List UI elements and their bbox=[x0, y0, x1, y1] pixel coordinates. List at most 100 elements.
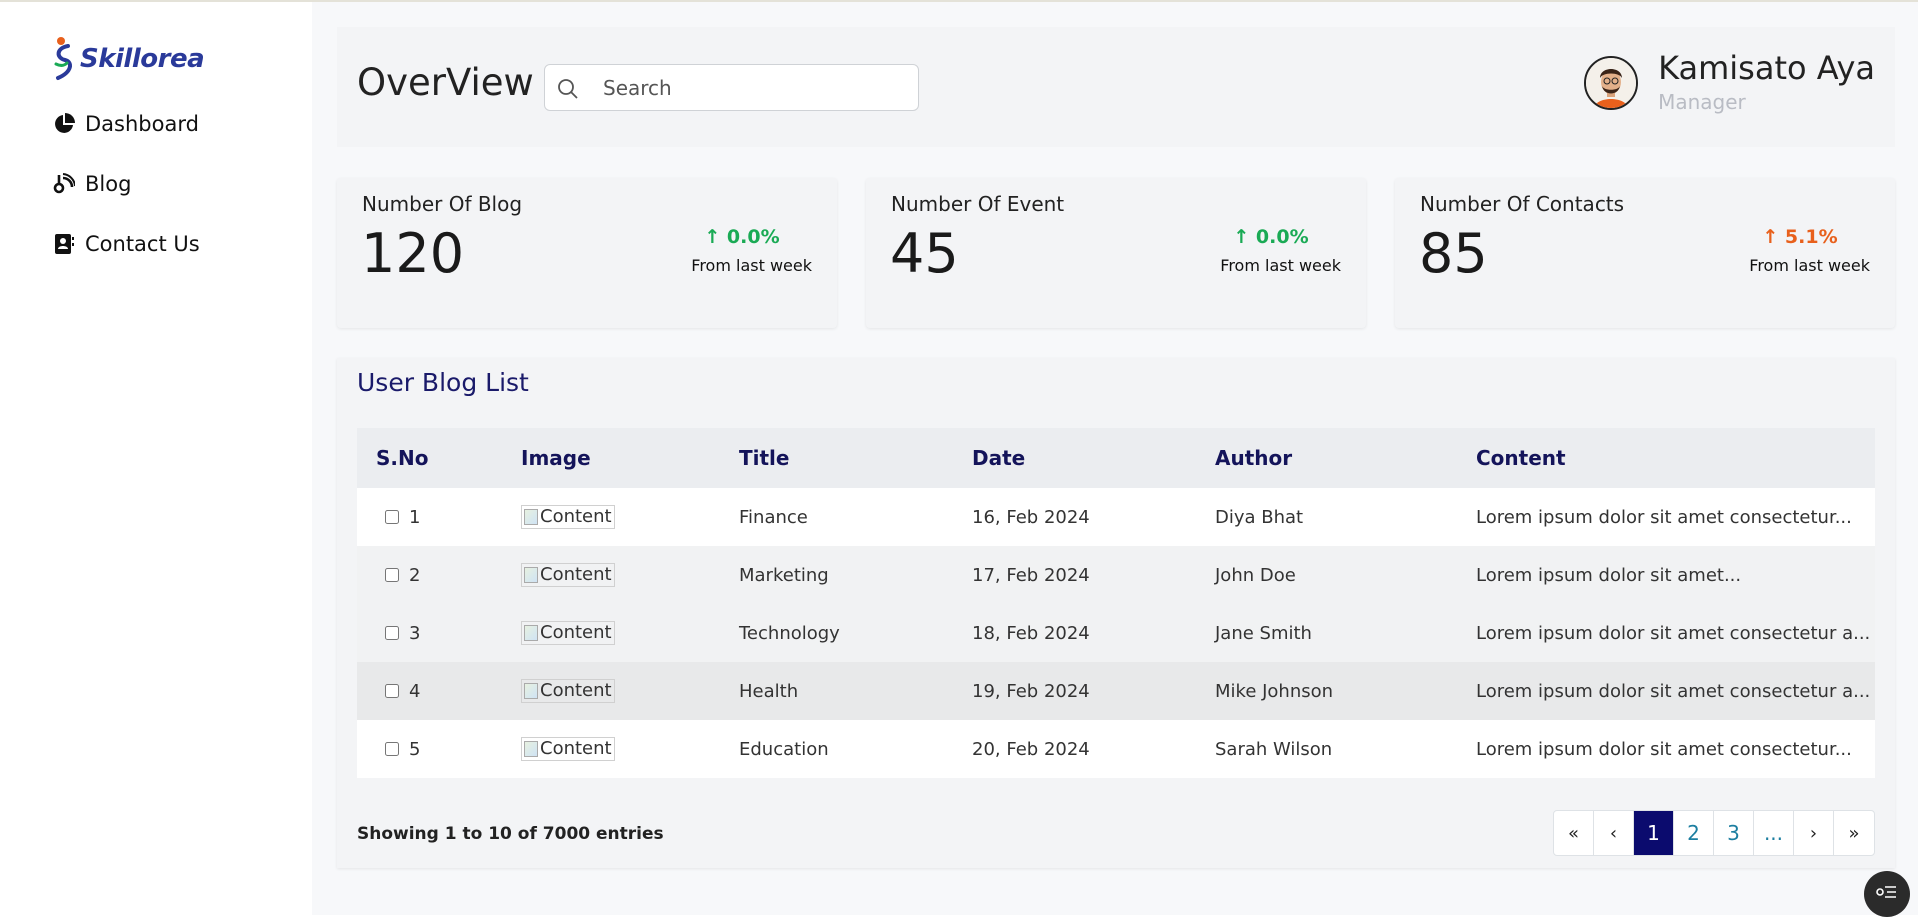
cell-content: Lorem ipsum dolor sit amet... bbox=[1476, 564, 1742, 586]
broken-image-icon bbox=[524, 508, 538, 525]
row-number: 3 bbox=[409, 622, 421, 644]
broken-image-icon bbox=[524, 624, 538, 641]
pagination-last-button[interactable]: » bbox=[1834, 811, 1874, 855]
cell-image: Content bbox=[502, 604, 720, 662]
main-content: OverView Kamisato Ay bbox=[312, 2, 1918, 917]
row-checkbox[interactable] bbox=[385, 625, 399, 640]
image-alt-text: Content bbox=[540, 680, 612, 701]
pagination-prev-button[interactable]: ‹ bbox=[1594, 811, 1634, 855]
sidebar-item-dashboard[interactable]: Dashboard bbox=[52, 112, 199, 136]
cell-sno: 5 bbox=[357, 720, 502, 778]
sidebar-item-contact-us[interactable]: Contact Us bbox=[52, 232, 200, 256]
cell-author: Sarah Wilson bbox=[1215, 738, 1333, 760]
contact-book-icon bbox=[52, 232, 76, 256]
cell-author: Jane Smith bbox=[1215, 622, 1312, 644]
table-header-row: S.No Image Title Date Author Content bbox=[357, 428, 1875, 488]
image-alt-text: Content bbox=[540, 564, 612, 585]
cell-sno: 3 bbox=[357, 604, 502, 662]
user-blog-list: User Blog List S.No Image Title Date Aut… bbox=[337, 358, 1895, 868]
pagination-first-button[interactable]: « bbox=[1554, 811, 1594, 855]
cell-title: Marketing bbox=[739, 564, 829, 586]
cell-title: Health bbox=[739, 680, 799, 702]
column-header-title[interactable]: Title bbox=[720, 428, 953, 488]
cell-date: 19, Feb 2024 bbox=[972, 680, 1090, 702]
cell-author: Diya Bhat bbox=[1215, 506, 1304, 528]
row-checkbox[interactable] bbox=[385, 741, 399, 756]
broken-image-icon bbox=[524, 566, 538, 583]
cell-image: Content bbox=[502, 662, 720, 720]
broken-image: Content bbox=[521, 562, 615, 587]
cell-image: Content bbox=[502, 488, 720, 546]
user-info: Kamisato Aya Manager bbox=[1658, 49, 1875, 114]
broken-image: Content bbox=[521, 620, 615, 645]
pie-chart-icon bbox=[52, 112, 76, 136]
table-row[interactable]: 4 Content Health 19, Feb 2024 Mike Johns… bbox=[357, 662, 1875, 720]
cell-content: Lorem ipsum dolor sit amet consectetur..… bbox=[1476, 738, 1852, 760]
column-header-author[interactable]: Author bbox=[1196, 428, 1457, 488]
stat-card-title: Number Of Contacts bbox=[1420, 192, 1625, 216]
search-box bbox=[544, 64, 919, 111]
pagination-next-button[interactable]: › bbox=[1794, 811, 1834, 855]
table-row[interactable]: 1 Content Finance 16, Feb 2024 Diya Bhat… bbox=[357, 488, 1875, 546]
pagination-page-2[interactable]: 2 bbox=[1674, 811, 1714, 855]
cell-sno: 4 bbox=[357, 662, 502, 720]
sidebar-item-label: Dashboard bbox=[85, 112, 199, 136]
entries-summary: Showing 1 to 10 of 7000 entries bbox=[357, 824, 664, 844]
page-title: OverView bbox=[357, 61, 534, 104]
column-header-image[interactable]: Image bbox=[502, 428, 720, 488]
cell-date: 16, Feb 2024 bbox=[972, 506, 1090, 528]
stat-card-contacts: Number Of Contacts 85 ↑ 5.1% From last w… bbox=[1395, 178, 1895, 328]
cell-author: Mike Johnson bbox=[1215, 680, 1334, 702]
stat-card-value: 45 bbox=[890, 222, 959, 285]
cell-sno: 2 bbox=[357, 546, 502, 604]
row-number: 2 bbox=[409, 564, 421, 586]
row-checkbox[interactable] bbox=[385, 567, 399, 582]
sidebar-item-label: Blog bbox=[85, 172, 132, 196]
user-profile[interactable]: Kamisato Aya Manager bbox=[1584, 49, 1875, 114]
broken-image: Content bbox=[521, 736, 615, 761]
cell-title: Technology bbox=[739, 622, 840, 644]
user-name: Kamisato Aya bbox=[1658, 49, 1875, 87]
column-header-sno[interactable]: S.No bbox=[357, 428, 502, 488]
row-number: 1 bbox=[409, 506, 421, 528]
broken-image: Content bbox=[521, 504, 615, 529]
column-header-date[interactable]: Date bbox=[953, 428, 1196, 488]
cell-author: John Doe bbox=[1215, 564, 1296, 586]
broken-image: Content bbox=[521, 678, 615, 703]
cell-image: Content bbox=[502, 546, 720, 604]
broken-image-icon bbox=[524, 682, 538, 699]
broken-image-icon bbox=[524, 740, 538, 757]
stat-card-trend: ↑ 5.1% bbox=[1762, 226, 1838, 248]
sidebar-item-label: Contact Us bbox=[85, 232, 200, 256]
cell-content: Lorem ipsum dolor sit amet consectetur a… bbox=[1476, 680, 1871, 702]
table-row[interactable]: 3 Content Technology 18, Feb 2024 Jane S… bbox=[357, 604, 1875, 662]
stat-card-blog: Number Of Blog 120 ↑ 0.0% From last week bbox=[337, 178, 837, 328]
column-header-content[interactable]: Content bbox=[1457, 428, 1875, 488]
cell-sno: 1 bbox=[357, 488, 502, 546]
row-number: 5 bbox=[409, 738, 421, 760]
row-checkbox[interactable] bbox=[385, 509, 399, 524]
row-checkbox[interactable] bbox=[385, 683, 399, 698]
cell-date: 20, Feb 2024 bbox=[972, 738, 1090, 760]
table-row[interactable]: 2 Content Marketing 17, Feb 2024 John Do… bbox=[357, 546, 1875, 604]
sidebar-item-blog[interactable]: Blog bbox=[52, 172, 131, 196]
pagination-ellipsis[interactable]: ... bbox=[1754, 811, 1794, 855]
cell-content: Lorem ipsum dolor sit amet consectetur a… bbox=[1476, 622, 1871, 644]
search-input[interactable] bbox=[603, 73, 903, 103]
stat-card-event: Number Of Event 45 ↑ 0.0% From last week bbox=[866, 178, 1366, 328]
image-alt-text: Content bbox=[540, 506, 612, 527]
stats-cards: Number Of Blog 120 ↑ 0.0% From last week… bbox=[337, 178, 1895, 330]
stat-card-title: Number Of Blog bbox=[362, 192, 523, 216]
list-settings-icon bbox=[1876, 883, 1898, 905]
pagination-page-3[interactable]: 3 bbox=[1714, 811, 1754, 855]
cell-date: 18, Feb 2024 bbox=[972, 622, 1090, 644]
floating-menu-button[interactable] bbox=[1864, 871, 1910, 917]
stat-card-trend: ↑ 0.0% bbox=[1233, 226, 1309, 248]
page-header: OverView Kamisato Ay bbox=[337, 27, 1895, 147]
table-row[interactable]: 5 Content Education 20, Feb 2024 Sarah W… bbox=[357, 720, 1875, 778]
brand-logo[interactable]: Skillorea bbox=[52, 36, 205, 82]
pagination-page-1[interactable]: 1 bbox=[1634, 811, 1674, 855]
stat-card-period: From last week bbox=[1749, 256, 1870, 275]
image-alt-text: Content bbox=[540, 622, 612, 643]
blog-icon bbox=[52, 172, 76, 196]
